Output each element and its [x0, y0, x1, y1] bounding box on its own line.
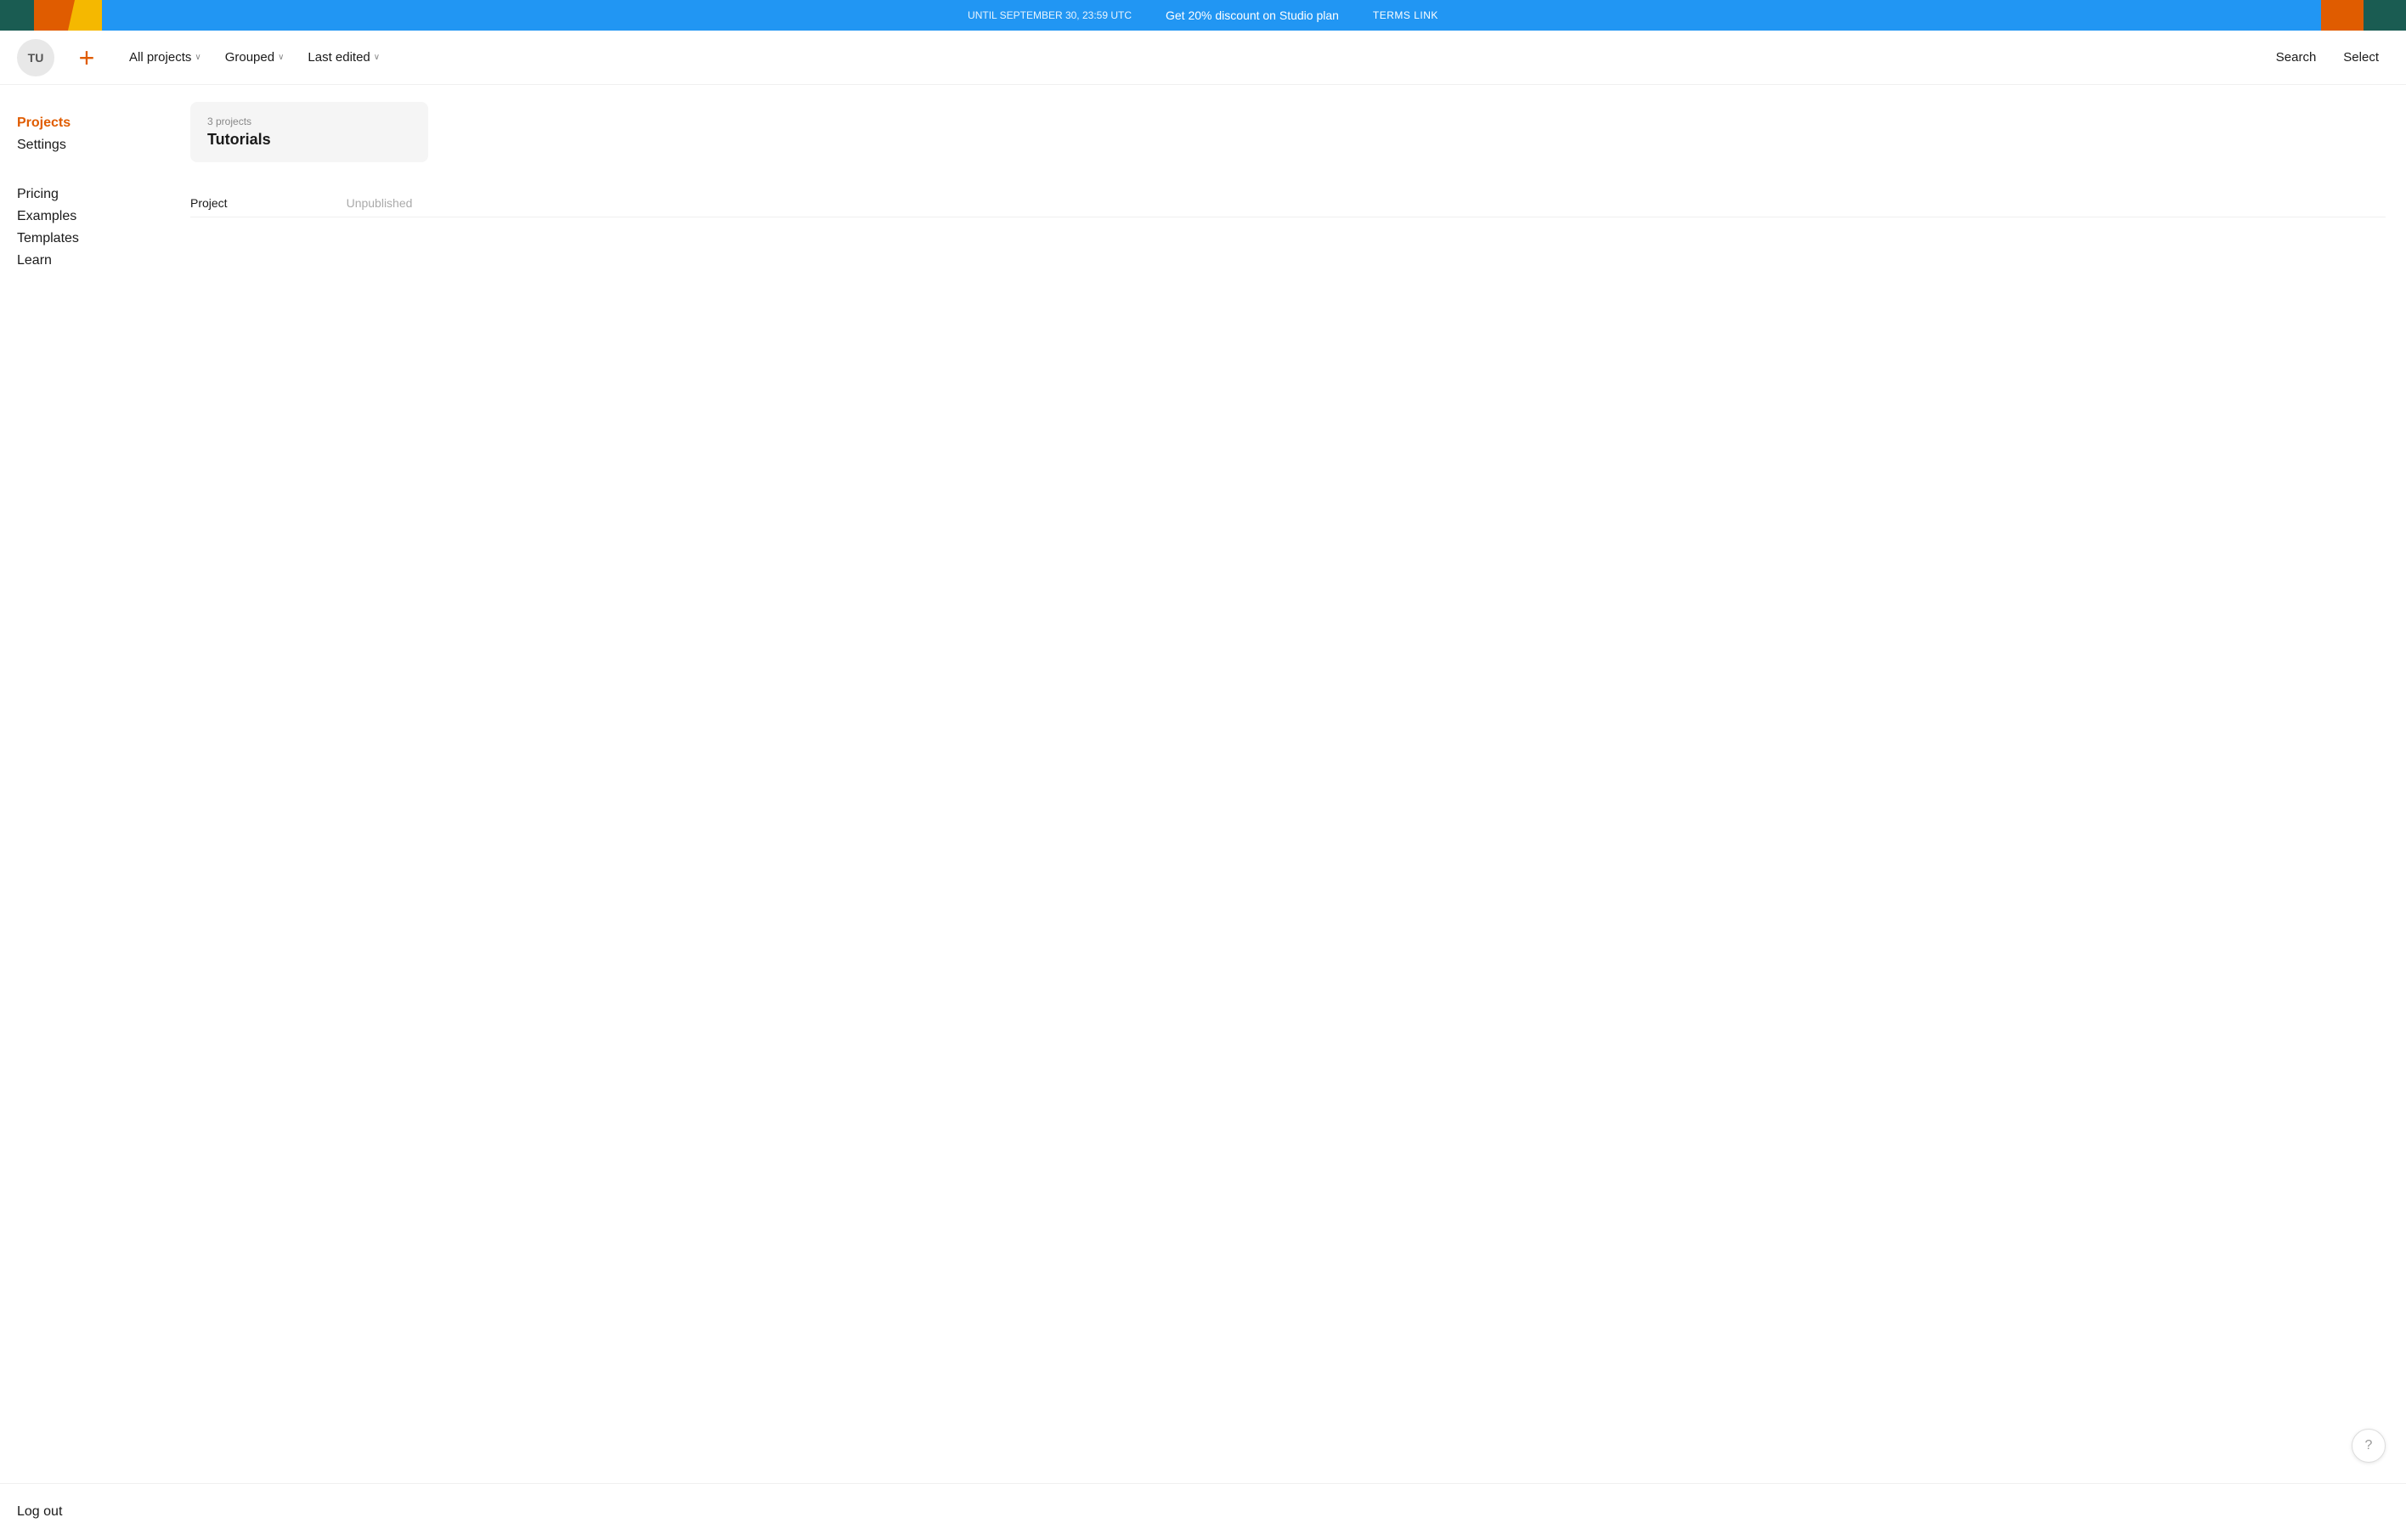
grouped-button[interactable]: Grouped ∨ [215, 45, 295, 70]
tutorials-group-card[interactable]: 3 projects Tutorials [190, 102, 428, 162]
all-projects-button[interactable]: All projects ∨ [119, 45, 212, 70]
deco-yellow-left [68, 0, 102, 31]
sidebar-primary-group: Projects Settings [17, 112, 153, 156]
sidebar-item-templates[interactable]: Templates [17, 228, 153, 250]
banner-until-text: UNTIL SEPTEMBER 30, 23:59 UTC [968, 9, 1132, 21]
sidebar: Projects Settings Pricing Examples Templ… [0, 85, 170, 1483]
main-content: 3 projects Tutorials Project Unpublished [170, 85, 2406, 1483]
banner-terms-link[interactable]: TERMS LINK [1373, 9, 1438, 21]
banner-deco-right [2304, 0, 2406, 31]
select-button[interactable]: Select [2333, 45, 2389, 70]
last-edited-label: Last edited [308, 50, 370, 65]
sidebar-item-pricing[interactable]: Pricing [17, 183, 153, 206]
avatar: TU [17, 39, 54, 76]
new-project-button[interactable]: + [68, 39, 105, 76]
grouped-chevron: ∨ [278, 53, 284, 62]
all-projects-chevron: ∨ [195, 53, 200, 62]
sidebar-item-examples[interactable]: Examples [17, 206, 153, 228]
sidebar-links-group: Pricing Examples Templates Learn [17, 183, 153, 272]
group-name: Tutorials [207, 131, 411, 149]
deco-yellow-right [2321, 0, 2338, 31]
header-actions: Search Select [2266, 45, 2389, 70]
sidebar-item-settings[interactable]: Settings [17, 134, 153, 156]
sidebar-item-projects[interactable]: Projects [17, 112, 153, 134]
project-list-area: Project Unpublished [190, 189, 2386, 217]
sidebar-item-learn[interactable]: Learn [17, 250, 153, 272]
logout-button[interactable]: Log out [17, 1501, 62, 1523]
sidebar-spacer [17, 166, 153, 180]
deco-orange-right [2321, 0, 2372, 31]
banner-deco-left [0, 0, 102, 31]
project-list-header: Project Unpublished [190, 189, 2386, 217]
header: TU + All projects ∨ Grouped ∨ Last edite… [0, 31, 2406, 85]
last-edited-chevron: ∨ [374, 53, 380, 62]
grouped-label: Grouped [225, 50, 274, 65]
banner-main-text: Get 20% discount on Studio plan [1166, 8, 1339, 22]
search-button[interactable]: Search [2266, 45, 2327, 70]
project-col-label: Project [190, 196, 228, 210]
help-button[interactable]: ? [2352, 1429, 2386, 1463]
bottom-bar: Log out [0, 1483, 2406, 1540]
last-edited-button[interactable]: Last edited ∨ [297, 45, 390, 70]
layout: Projects Settings Pricing Examples Templ… [0, 85, 2406, 1483]
all-projects-label: All projects [129, 50, 191, 65]
deco-orange-left [34, 0, 85, 31]
header-nav: All projects ∨ Grouped ∨ Last edited ∨ [119, 45, 2252, 70]
group-count: 3 projects [207, 116, 411, 127]
deco-teal-right [2364, 0, 2406, 31]
plus-icon: + [79, 44, 95, 71]
deco-teal-left [0, 0, 42, 31]
top-banner: UNTIL SEPTEMBER 30, 23:59 UTC Get 20% di… [0, 0, 2406, 31]
unpublished-status: Unpublished [347, 196, 413, 210]
